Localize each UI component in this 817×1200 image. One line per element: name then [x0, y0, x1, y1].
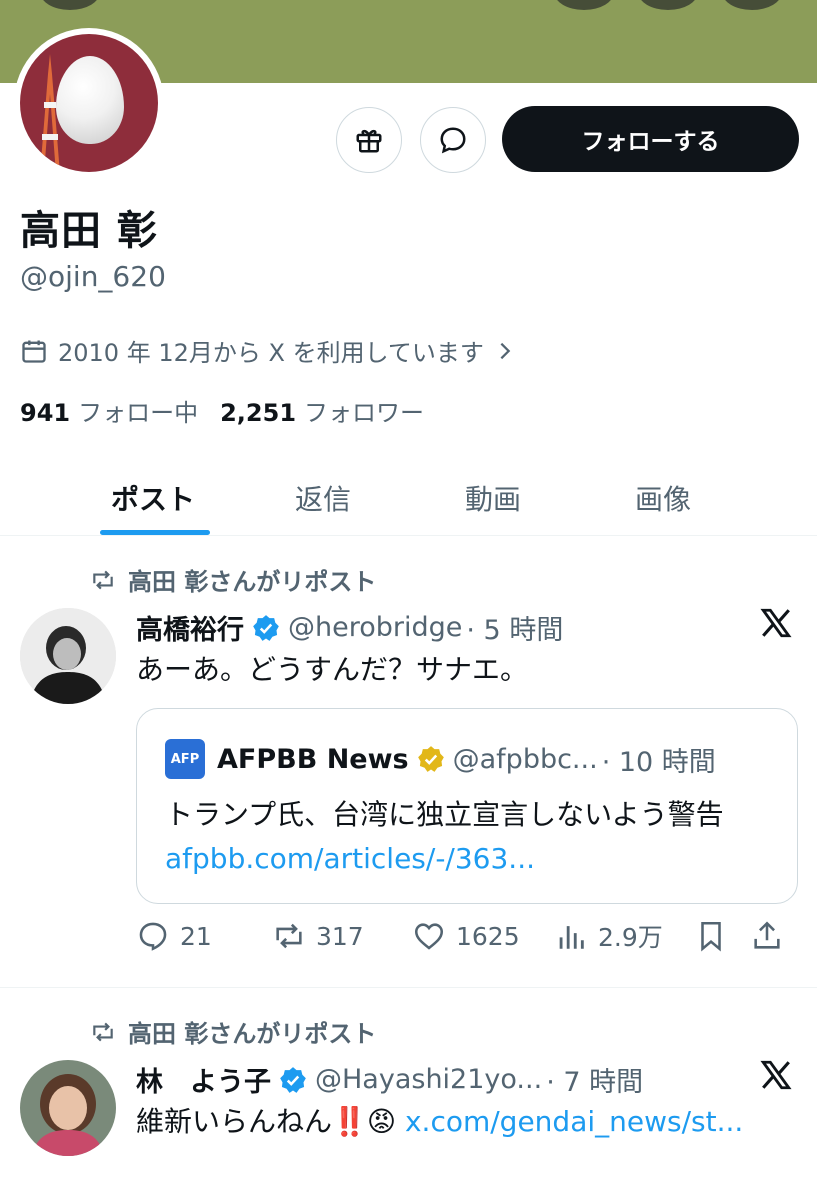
repost-icon	[93, 570, 113, 589]
like-count: 1625	[456, 921, 520, 951]
tab-videos[interactable]: 動画	[408, 460, 578, 535]
search-button[interactable]	[554, 0, 614, 10]
bookmark-icon	[701, 921, 721, 952]
bookmark-button[interactable]	[694, 919, 750, 953]
view-count: 2.9万	[598, 923, 663, 952]
post-link[interactable]: x.com/gendai_news/st...	[405, 1105, 743, 1138]
share-icon	[754, 921, 780, 949]
verified-badge-icon	[280, 1066, 306, 1093]
more-button[interactable]	[722, 0, 782, 10]
person-photo-icon	[20, 608, 116, 704]
reply-button[interactable]: 21	[136, 919, 272, 953]
quote-header: AFP AFPBB News @afpbbc... · 10 時間	[165, 739, 716, 779]
follow-stats: 941 フォロー中 2,251 フォロワー	[20, 393, 424, 428]
repost-count: 317	[316, 921, 364, 951]
x-logo-icon[interactable]	[759, 606, 793, 640]
quote-time: · 10 時間	[601, 746, 716, 778]
post-header: 高橋裕行 @herobridge · 5 時間	[136, 608, 563, 647]
quote-link[interactable]: afpbb.com/articles/-/363...	[165, 842, 535, 875]
repost-label: 高田 彰さんがリポスト	[128, 568, 377, 596]
followers-count: 2,251	[220, 399, 297, 427]
reply-count: 21	[180, 921, 212, 951]
gift-icon	[356, 130, 382, 153]
repost-indicator: 高田 彰さんがリポスト	[90, 562, 376, 597]
repost-icon	[93, 1022, 113, 1041]
calendar-icon	[22, 340, 46, 363]
profile-name: 高田 彰	[20, 208, 158, 254]
x-logo-icon[interactable]	[759, 1058, 793, 1092]
views-button[interactable]: 2.9万	[554, 918, 694, 954]
repost-label: 高田 彰さんがリポスト	[128, 1020, 377, 1048]
post-time: · 7 時間	[546, 1067, 644, 1098]
person-photo-icon	[20, 1060, 116, 1156]
profile-handle: @ojin_620	[20, 260, 166, 293]
timeline-post[interactable]: 高田 彰さんがリポスト 高橋裕行 @herobridge · 5 時間 あーあ。…	[0, 548, 817, 988]
message-button[interactable]	[420, 107, 486, 173]
post-text: あーあ。どうすんだ？サナエ。	[136, 653, 529, 686]
quote-author-name[interactable]: AFPBB News	[217, 744, 409, 775]
post-text: 維新いらんねん‼️😡	[136, 1105, 405, 1138]
quote-text-block: トランプ氏、台湾に独立宣言しないよう警告 afpbb.com/articles/-…	[165, 793, 775, 881]
author-avatar[interactable]	[20, 608, 116, 704]
timeline-post[interactable]: 高田 彰さんがリポスト 林 よう子 @Hayashi21yo... · 7 時間…	[0, 1000, 817, 1200]
following-count: 941	[20, 399, 71, 427]
author-handle[interactable]: @herobridge	[288, 612, 462, 643]
tab-images[interactable]: 画像	[578, 460, 748, 535]
afp-logo: AFP	[165, 739, 205, 779]
chevron-right-icon	[500, 342, 511, 359]
verified-gold-badge-icon	[417, 746, 444, 772]
following-label: フォロー中	[78, 399, 199, 427]
like-button[interactable]: 1625	[412, 919, 554, 953]
quote-author-handle[interactable]: @afpbbc...	[453, 744, 598, 775]
quote-text: トランプ氏、台湾に独立宣言しないよう警告	[165, 798, 724, 831]
author-avatar[interactable]	[20, 1060, 116, 1156]
post-actions: 21 317 1625 2.9万	[136, 918, 798, 954]
egg-icon	[56, 56, 124, 144]
back-button[interactable]	[40, 0, 100, 10]
share-post-button[interactable]	[750, 919, 784, 953]
followers-link[interactable]: 2,251 フォロワー	[220, 393, 424, 428]
chat-bubble-icon	[440, 127, 466, 154]
heart-icon	[414, 923, 444, 950]
repost-button[interactable]: 317	[272, 919, 412, 953]
profile-tabs: ポスト 返信 動画 画像	[0, 460, 817, 536]
reply-icon	[139, 922, 167, 951]
tab-posts[interactable]: ポスト	[68, 460, 238, 535]
following-link[interactable]: 941 フォロー中	[20, 393, 198, 428]
joined-text: 2010 年 12月から X を利用しています	[58, 339, 484, 367]
profile-avatar[interactable]	[14, 28, 164, 178]
share-button[interactable]	[638, 0, 698, 10]
followers-label: フォロワー	[304, 399, 425, 427]
analytics-icon	[559, 926, 584, 949]
tab-replies[interactable]: 返信	[238, 460, 408, 535]
post-text-block: 維新いらんねん‼️😡 x.com/gendai_news/st...	[136, 1100, 776, 1144]
repost-indicator: 高田 彰さんがリポスト	[90, 1014, 376, 1049]
follow-button[interactable]: フォローする	[502, 106, 799, 172]
joined-info[interactable]: 2010 年 12月から X を利用しています	[20, 333, 516, 368]
post-header: 林 よう子 @Hayashi21yo... · 7 時間	[136, 1060, 643, 1099]
author-handle[interactable]: @Hayashi21yo...	[315, 1064, 542, 1095]
post-time: · 5 時間	[466, 615, 564, 646]
gift-button[interactable]	[336, 107, 402, 173]
author-name[interactable]: 林 よう子	[136, 1060, 271, 1099]
repost-icon	[276, 923, 302, 949]
quoted-post[interactable]: AFP AFPBB News @afpbbc... · 10 時間 トランプ氏、…	[136, 708, 798, 904]
author-name[interactable]: 高橋裕行	[136, 608, 244, 647]
verified-badge-icon	[253, 614, 279, 641]
